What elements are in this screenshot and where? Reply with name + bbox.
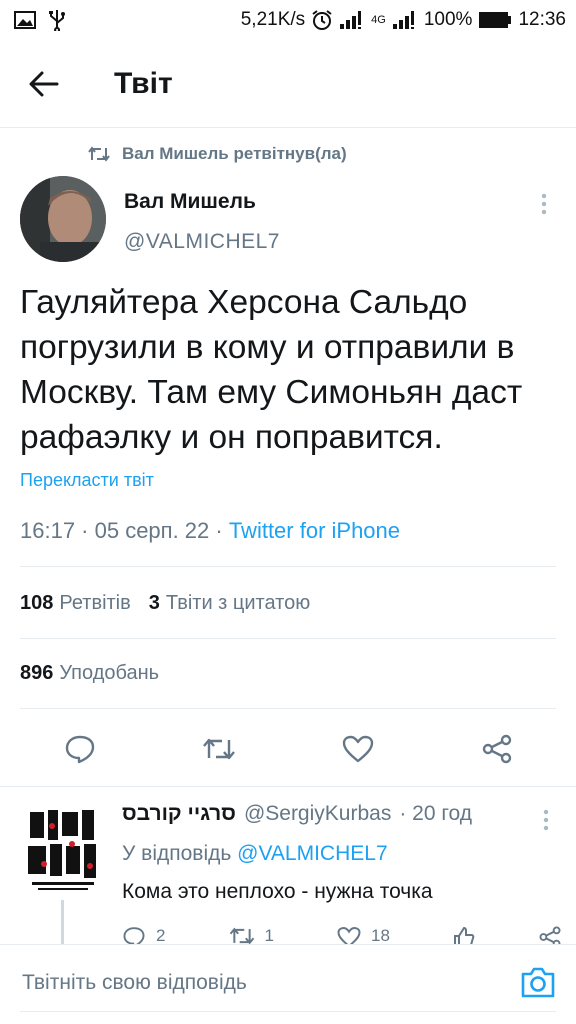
reply-author-handle[interactable]: @SergiyKurbas — [244, 802, 391, 826]
top-app-bar: Твіт — [0, 40, 576, 128]
divider — [20, 638, 556, 639]
divider — [20, 708, 556, 709]
more-vertical-icon — [543, 809, 549, 831]
retweets-stat[interactable]: 108 Ретвітів — [20, 592, 131, 615]
share-button[interactable] — [473, 725, 521, 773]
retweets-label: Ретвітів — [59, 592, 131, 614]
retweeted-by-text: Вал Мишель ретвітнув(ла) — [122, 144, 347, 163]
retweet-stats: 108 Ретвітів 3 Твіти з цитатою — [20, 592, 310, 615]
retweet-icon — [202, 738, 235, 760]
reply-reply-button[interactable]: 2 — [122, 926, 165, 946]
status-bar: 5,21K/s 4G 100% 12:36 — [0, 0, 576, 40]
share-icon — [539, 926, 561, 946]
author-avatar[interactable] — [20, 176, 106, 262]
heart-icon — [337, 927, 361, 946]
thumbs-icon — [453, 926, 475, 946]
avatar-logo — [22, 806, 104, 898]
reply-button[interactable] — [56, 725, 104, 773]
more-options-button[interactable] — [530, 190, 558, 218]
battery-percent: 100% — [423, 9, 473, 30]
divider — [20, 566, 556, 567]
tweet-meta: 16:17 · 05 серп. 22 · Twitter for iPhone — [20, 518, 400, 544]
likes-label: Уподобань — [59, 662, 160, 684]
reply-analytics-button[interactable] — [453, 926, 475, 946]
quotes-label: Твіти з цитатою — [165, 592, 311, 614]
replying-to-prefix: У відповідь — [122, 842, 238, 865]
reply-more-options-button[interactable] — [532, 806, 560, 834]
more-vertical-icon — [541, 193, 547, 215]
clock: 12:36 — [518, 9, 566, 30]
likes-stats: 896 Уподобань — [20, 662, 159, 685]
reply-icon — [65, 735, 94, 764]
quotes-stat[interactable]: 3 Твіти з цитатою — [149, 592, 310, 615]
usb-icon — [49, 10, 65, 31]
alarm-icon — [312, 10, 332, 30]
reply-retweets-count: 1 — [264, 926, 274, 945]
retweets-count: 108 — [20, 592, 54, 614]
replying-to-mention[interactable]: @VALMICHEL7 — [237, 842, 387, 865]
retweet-icon — [88, 146, 110, 162]
reply-retweet-button[interactable]: 1 — [229, 926, 274, 946]
like-button[interactable] — [334, 725, 382, 773]
camera-icon — [521, 967, 555, 998]
compose-reply-bar: Твітніть свою відповідь — [0, 944, 576, 1024]
reply-author-name[interactable]: סרגיי קורבס — [122, 802, 236, 826]
divider — [0, 786, 576, 787]
replying-to: У відповідь @VALMICHEL7 — [122, 842, 388, 866]
reply-action-bar: 2 1 18 — [122, 926, 562, 946]
reply-likes-count: 18 — [371, 926, 390, 945]
reply-author-avatar[interactable] — [22, 806, 104, 898]
reply-text: Кома это неплохо - нужна точка — [122, 880, 433, 903]
reply-timestamp: · 20 год — [399, 802, 473, 825]
compose-underline — [20, 1011, 556, 1012]
network-type: 4G — [371, 14, 386, 26]
reply-like-button[interactable]: 18 — [337, 926, 390, 946]
tweet-timestamp: 16:17 · 05 серп. 22 · — [20, 518, 229, 543]
thread-line — [61, 900, 64, 944]
reply-replies-count: 2 — [156, 926, 166, 945]
battery-icon — [479, 12, 512, 28]
retweet-icon — [229, 927, 254, 945]
camera-button[interactable] — [520, 965, 556, 1001]
tweet-text: Гауляйтера Херсона Сальдо погрузили в ко… — [20, 284, 523, 456]
network-speed: 5,21K/s — [240, 9, 306, 30]
tweet-action-bar — [0, 718, 576, 780]
reply-header: סרגיי קורבס @SergiyKurbas · 20 год — [122, 802, 472, 826]
avatar-photo — [20, 176, 106, 262]
author-handle[interactable]: @VALMICHEL7 — [124, 230, 280, 254]
reply-icon — [123, 927, 145, 946]
back-button[interactable] — [14, 54, 74, 114]
page-title: Твіт — [114, 66, 173, 100]
back-arrow-icon — [29, 71, 59, 96]
tweet-source[interactable]: Twitter for iPhone — [229, 518, 400, 543]
retweet-button[interactable] — [195, 725, 243, 773]
share-icon — [482, 734, 511, 764]
quotes-count: 3 — [148, 592, 160, 614]
signal-icon — [340, 11, 362, 29]
signal-icon-2 — [392, 11, 414, 29]
reply-share-button[interactable] — [538, 926, 562, 946]
likes-count: 896 — [20, 662, 54, 684]
heart-icon — [342, 735, 373, 763]
likes-stat[interactable]: 896 Уподобань — [20, 662, 159, 685]
author-name[interactable]: Вал Мишель — [124, 190, 256, 214]
translate-tweet-link[interactable]: Перекласти твіт — [20, 470, 154, 491]
reply-input[interactable]: Твітніть свою відповідь — [22, 971, 247, 995]
gallery-notification-icon — [14, 11, 36, 29]
retweeted-by[interactable]: Вал Мишель ретвітнув(ла) — [88, 144, 347, 164]
